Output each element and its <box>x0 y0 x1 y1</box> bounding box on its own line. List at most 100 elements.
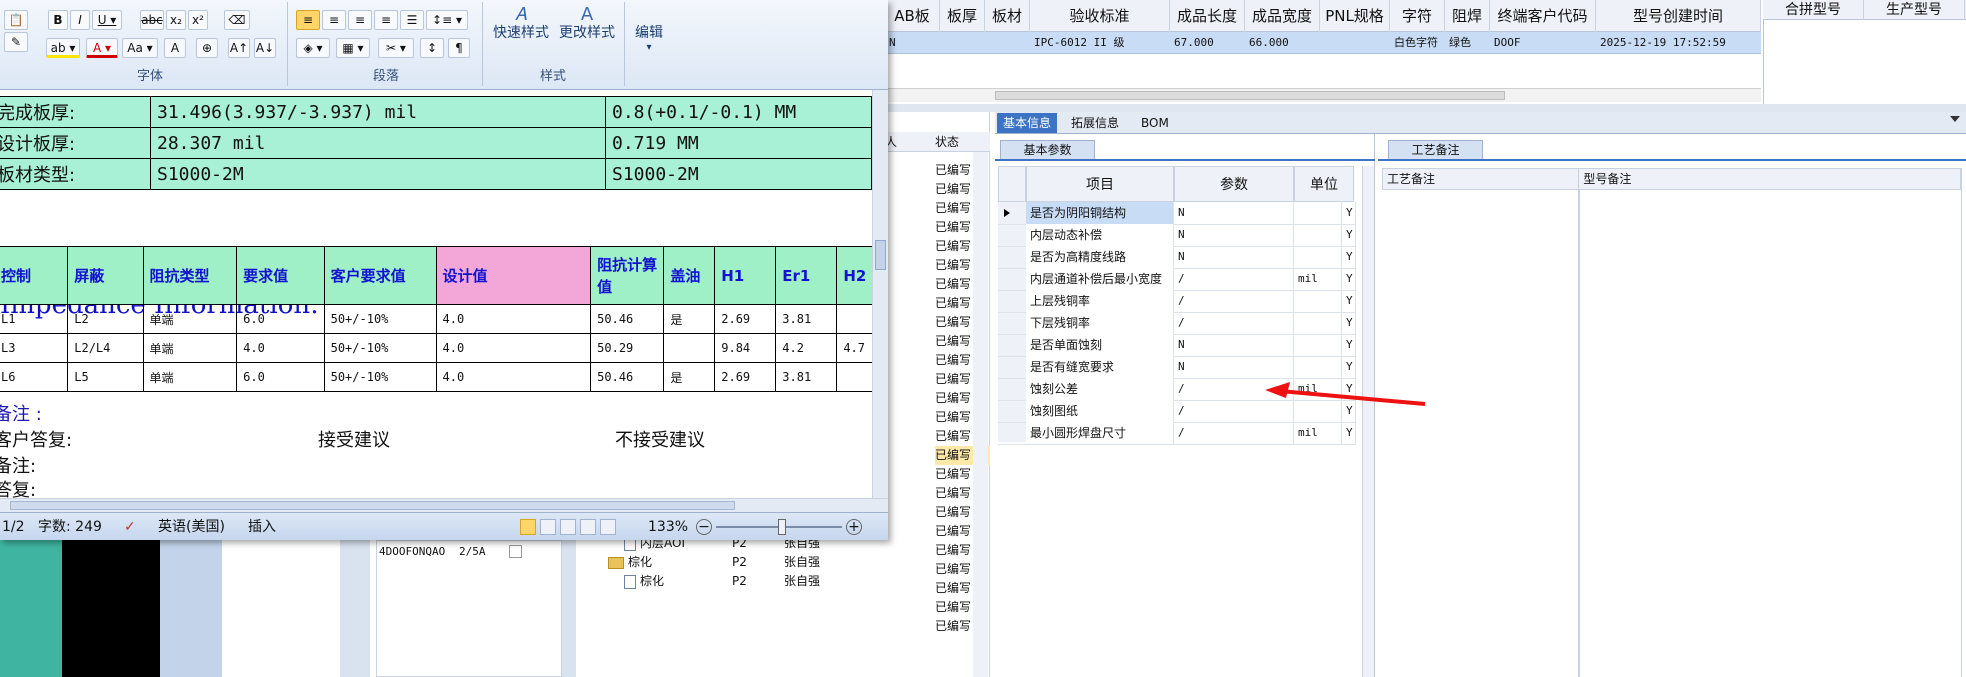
row-checkbox[interactable] <box>509 545 522 558</box>
table-row[interactable]: 最小圆形焊盘尺寸 / mil Y <box>998 422 1356 445</box>
param-value[interactable]: / <box>1174 312 1294 334</box>
align-right-icon[interactable]: ≡ <box>348 10 372 30</box>
col-model-note[interactable]: 型号备注 <box>1579 169 1961 189</box>
col-production-model[interactable]: 生产型号 <box>1864 0 1965 20</box>
top-grid-hscroll[interactable] <box>885 88 1761 102</box>
justify-icon[interactable]: ≡ <box>374 10 398 30</box>
scroll-thumb[interactable] <box>10 501 735 510</box>
underline-button[interactable]: U ▾ <box>92 10 122 30</box>
italic-button[interactable]: I <box>70 10 90 30</box>
language-indicator[interactable]: 英语(美国) <box>158 513 225 541</box>
zoom-out-icon[interactable]: − <box>696 519 712 535</box>
col-unit[interactable]: 单位 <box>1294 166 1354 202</box>
tree-item[interactable]: 棕化 P2 张自强 <box>578 572 878 591</box>
show-marks-icon[interactable]: ¶ <box>448 38 470 58</box>
status-scrollbar[interactable] <box>973 152 988 677</box>
superscript-button[interactable]: x² <box>188 10 208 30</box>
param-value[interactable]: / <box>1174 422 1294 444</box>
col-pnl[interactable]: PNL规格 <box>1320 0 1390 32</box>
col-standard[interactable]: 验收标准 <box>1030 0 1170 32</box>
model-note-textarea[interactable] <box>1579 190 1962 677</box>
borders-icon[interactable]: ▦ ▾ <box>336 38 370 58</box>
table-row[interactable]: 内层动态补偿 N Y <box>998 224 1356 247</box>
doc-hscroll[interactable] <box>0 498 888 512</box>
print-layout-icon[interactable] <box>520 519 536 535</box>
splitter[interactable] <box>885 104 1966 112</box>
param-value[interactable]: / <box>1174 268 1294 290</box>
strikethrough-button[interactable]: abc <box>140 10 164 30</box>
tab-basic-params[interactable]: 基本参数 <box>1000 140 1095 160</box>
zoom-in-icon[interactable]: + <box>846 519 862 535</box>
shading-icon[interactable]: ◈ ▾ <box>296 38 330 58</box>
param-value[interactable]: / <box>1174 290 1294 312</box>
change-style-button[interactable]: 更改样式 <box>554 22 620 42</box>
params-scrollbar[interactable] <box>1362 166 1374 677</box>
sort-icon[interactable]: ↕ <box>420 38 444 58</box>
spellcheck-icon[interactable]: ✓ <box>124 513 136 541</box>
zoom-level[interactable]: 133% <box>648 513 688 541</box>
highlight-icon[interactable]: ab ▾ <box>46 38 80 58</box>
reading-view-icon[interactable] <box>540 519 556 535</box>
scroll-thumb[interactable] <box>875 240 886 270</box>
col-item[interactable]: 项目 <box>1026 166 1174 202</box>
tab-extended-info[interactable]: 拓展信息 <box>1065 113 1125 133</box>
col-created[interactable]: 型号创建时间 <box>1596 0 1761 32</box>
clipboard-icon[interactable]: 📋 <box>4 10 28 30</box>
change-case-icon[interactable]: Aa ▾ <box>122 38 158 58</box>
web-layout-icon[interactable] <box>560 519 576 535</box>
enclose-char-icon[interactable]: ⊕ <box>196 38 218 58</box>
tab-bom[interactable]: BOM <box>1135 113 1175 133</box>
order-code[interactable]: 4DOOFONQAO <box>379 545 445 558</box>
outline-view-icon[interactable] <box>580 519 596 535</box>
chevron-down-icon[interactable]: ▾ <box>626 42 672 53</box>
align-left-icon[interactable]: ≡ <box>296 10 320 30</box>
document-body[interactable]: 完成板厚: 31.496(3.937/-3.937) mil 0.8(+0.1/… <box>0 90 872 498</box>
col-length[interactable]: 成品长度 <box>1170 0 1245 32</box>
top-grid-row[interactable]: N IPC-6012 II 级 67.000 66.000 白色字符 绿色 DO… <box>885 32 1761 54</box>
table-row[interactable]: 下层残铜率 / Y <box>998 312 1356 335</box>
subscript-button[interactable]: x₂ <box>166 10 186 30</box>
draft-view-icon[interactable] <box>600 519 616 535</box>
process-note-textarea[interactable] <box>1382 190 1579 677</box>
font-color-icon[interactable]: A ▾ <box>86 38 118 58</box>
col-param[interactable]: 参数 <box>1174 166 1294 202</box>
insert-mode[interactable]: 插入 <box>248 513 276 541</box>
col-soldermask[interactable]: 阻焊 <box>1445 0 1490 32</box>
table-row[interactable]: 是否为高精度线路 N Y <box>998 246 1356 269</box>
col-material[interactable]: 板材 <box>985 0 1030 32</box>
table-row[interactable]: 内层通道补偿后最小宽度 / mil Y <box>998 268 1356 291</box>
param-value[interactable]: N <box>1174 334 1294 356</box>
chevron-down-icon[interactable] <box>1950 116 1960 122</box>
tree-item[interactable]: 棕化 P2 张自强 <box>578 553 878 572</box>
tab-process-notes[interactable]: 工艺备注 <box>1388 140 1483 160</box>
zoom-slider-thumb[interactable] <box>778 519 786 535</box>
page-indicator[interactable]: 1/2 <box>2 513 25 541</box>
edit-button[interactable]: 编辑 <box>626 22 672 42</box>
scroll-thumb[interactable] <box>995 91 1505 100</box>
line-spacing-icon[interactable]: ↕≡ ▾ <box>426 10 468 30</box>
col-process-note[interactable]: 工艺备注 <box>1383 169 1580 189</box>
table-row[interactable]: 上层残铜率 / Y <box>998 290 1356 313</box>
table-row[interactable]: 是否单面蚀刻 N Y <box>998 334 1356 357</box>
doc-vscroll[interactable] <box>872 90 888 498</box>
col-char[interactable]: 字符 <box>1390 0 1445 32</box>
grow-font-icon[interactable]: A↑ <box>228 38 250 58</box>
param-value[interactable]: N <box>1174 202 1294 224</box>
table-row[interactable]: 是否有缝宽要求 N Y <box>998 356 1356 379</box>
col-merged-model[interactable]: 合拼型号 <box>1763 0 1864 20</box>
param-value[interactable]: N <box>1174 246 1294 268</box>
format-painter-icon[interactable]: ✎ <box>4 32 28 52</box>
param-value[interactable]: N <box>1174 356 1294 378</box>
col-customer-code[interactable]: 终端客户代码 <box>1490 0 1596 32</box>
word-count[interactable]: 字数: 249 <box>38 513 102 541</box>
bold-button[interactable]: B <box>48 10 68 30</box>
table-row[interactable]: 是否为阴阳铜结构 N Y <box>998 202 1356 225</box>
distribute-icon[interactable]: ☰ <box>400 10 424 30</box>
col-ab[interactable]: AB板 <box>885 0 940 32</box>
quick-style-button[interactable]: 快速样式 <box>488 22 554 42</box>
col-width[interactable]: 成品宽度 <box>1245 0 1320 32</box>
clear-format-icon[interactable]: ⌫ <box>224 10 250 30</box>
tab-basic-info[interactable]: 基本信息 <box>997 113 1058 133</box>
align-center-icon[interactable]: ≡ <box>322 10 346 30</box>
col-thickness[interactable]: 板厚 <box>940 0 985 32</box>
